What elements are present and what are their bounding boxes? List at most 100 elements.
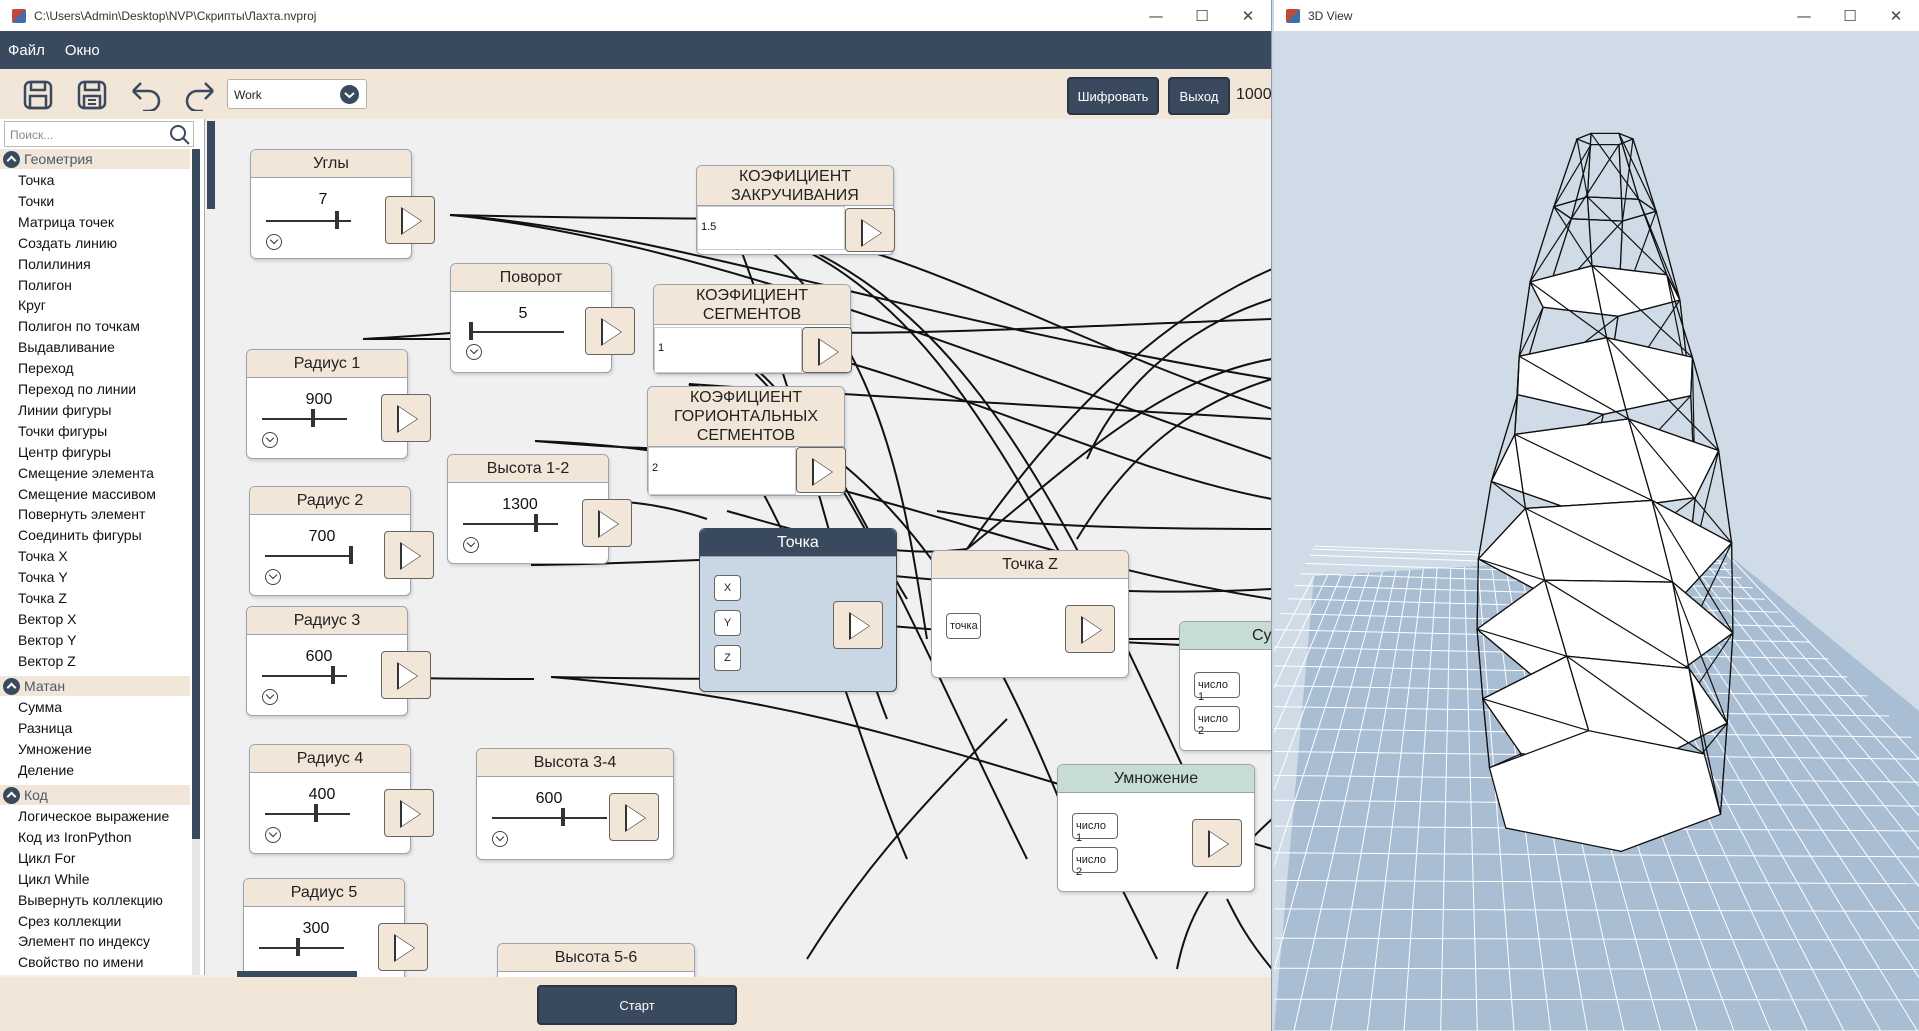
port-x[interactable]: X bbox=[714, 575, 741, 601]
sidebar-item[interactable]: Разница bbox=[18, 720, 72, 736]
sidebar-item[interactable]: Элемент по индексу bbox=[18, 933, 150, 949]
run-button[interactable] bbox=[845, 208, 895, 252]
value-field[interactable]: 1.5 bbox=[697, 206, 845, 250]
port-number-2[interactable]: число 2 bbox=[1194, 706, 1240, 737]
sidebar-item[interactable]: Цикл While bbox=[18, 871, 90, 887]
search-input[interactable]: Поиск... bbox=[4, 121, 194, 147]
port-point[interactable]: точка bbox=[946, 613, 981, 639]
sidebar-item[interactable]: Соединить фигуры bbox=[18, 527, 142, 543]
node-radius-4[interactable]: Радиус 4 400 bbox=[249, 744, 434, 854]
sidebar-item[interactable]: Смещение массивом bbox=[18, 486, 156, 502]
slider-thumb[interactable] bbox=[311, 409, 315, 427]
sidebar-item[interactable]: Точка Z bbox=[18, 590, 67, 606]
sidebar-item[interactable]: Центр фигуры bbox=[18, 444, 111, 460]
scrollbar-thumb[interactable] bbox=[192, 149, 200, 839]
port-number-2[interactable]: число 2 bbox=[1072, 847, 1118, 878]
value-field[interactable]: 1 bbox=[654, 327, 802, 373]
redo-icon[interactable] bbox=[180, 77, 220, 113]
sidebar-item[interactable]: Свойство по имени bbox=[18, 954, 143, 970]
sidebar-item[interactable]: Создать линию bbox=[18, 235, 117, 251]
sidebar-item[interactable]: Полигон по точкам bbox=[18, 318, 140, 334]
sidebar-item[interactable]: Смещение элемента bbox=[18, 465, 154, 481]
slider-thumb[interactable] bbox=[349, 546, 353, 564]
category-code[interactable]: Код bbox=[0, 785, 190, 805]
run-button[interactable] bbox=[609, 793, 659, 841]
node-radius-3[interactable]: Радиус 3 600 bbox=[246, 606, 431, 716]
sidebar-item[interactable]: Точки фигуры bbox=[18, 423, 107, 439]
slider-track[interactable] bbox=[469, 331, 564, 333]
sidebar-item[interactable]: Деление bbox=[18, 762, 74, 778]
maximize-button[interactable]: ☐ bbox=[1827, 0, 1873, 31]
slider-track[interactable] bbox=[259, 947, 344, 949]
sidebar-item[interactable]: Полилиния bbox=[18, 256, 91, 272]
node-multiply[interactable]: Умножение число 1 число 2 bbox=[1057, 764, 1255, 892]
sidebar-item[interactable]: Код из IronPython bbox=[18, 829, 132, 845]
run-button[interactable] bbox=[384, 789, 434, 837]
node-canvas[interactable]: Углы 7 Поворот 5 Радиус 1 900 Радиус 2 7… bbox=[207, 119, 1271, 977]
node-point-z[interactable]: Точка Z точка bbox=[931, 550, 1129, 678]
sidebar-item[interactable]: Точки bbox=[18, 193, 54, 209]
encrypt-button[interactable]: Шифровать bbox=[1067, 77, 1159, 115]
sidebar-item[interactable]: Полигон bbox=[18, 277, 72, 293]
slider-thumb[interactable] bbox=[534, 514, 538, 532]
node-sum[interactable]: Су число 1 число 2 bbox=[1179, 621, 1271, 751]
minimize-button[interactable]: — bbox=[1781, 0, 1827, 31]
sidebar-item[interactable]: Цикл For bbox=[18, 850, 76, 866]
run-button[interactable] bbox=[796, 447, 846, 493]
exit-button[interactable]: Выход bbox=[1168, 77, 1230, 115]
run-button[interactable] bbox=[381, 651, 431, 699]
value-field[interactable]: 2 bbox=[648, 447, 796, 495]
close-button[interactable]: ✕ bbox=[1225, 0, 1271, 31]
port-number-1[interactable]: число 1 bbox=[1072, 813, 1118, 844]
slider-thumb[interactable] bbox=[331, 666, 335, 684]
port-z[interactable]: Z bbox=[714, 645, 741, 671]
close-button[interactable]: ✕ bbox=[1873, 0, 1919, 31]
collapse-icon[interactable] bbox=[3, 677, 20, 695]
slider-thumb[interactable] bbox=[296, 938, 300, 956]
sidebar-item[interactable]: Круг bbox=[18, 297, 46, 313]
node-rotation[interactable]: Поворот 5 bbox=[450, 263, 635, 373]
menu-file[interactable]: Файл bbox=[8, 42, 45, 59]
sidebar-item[interactable]: Переход по линии bbox=[18, 381, 136, 397]
port-y[interactable]: Y bbox=[714, 610, 741, 636]
run-button[interactable] bbox=[1192, 819, 1242, 867]
sidebar-item[interactable]: Точка bbox=[18, 172, 54, 188]
slider-track[interactable] bbox=[492, 817, 607, 819]
sidebar-item[interactable]: Вектор Y bbox=[18, 632, 76, 648]
node-height-3-4[interactable]: Высота 3-4 600 bbox=[476, 748, 674, 860]
run-button[interactable] bbox=[833, 601, 883, 649]
slider-track[interactable] bbox=[463, 523, 558, 525]
node-segments-coefficient[interactable]: КОЭФИЦИЕНТ СЕГМЕНТОВ 1 bbox=[653, 284, 852, 374]
node-horizontal-segments-coefficient[interactable]: КОЭФИЦИЕНТ ГОРИОНТАЛЬНЫХ СЕГМЕНТОВ 2 bbox=[647, 386, 846, 496]
sidebar-item[interactable]: Логическое выражение bbox=[18, 808, 169, 824]
slider-thumb[interactable] bbox=[314, 804, 318, 822]
collapse-icon[interactable] bbox=[3, 786, 20, 804]
run-button[interactable] bbox=[802, 327, 852, 373]
sidebar-item[interactable]: Вектор X bbox=[18, 611, 76, 627]
node-radius-1[interactable]: Радиус 1 900 bbox=[246, 349, 431, 459]
expand-icon[interactable] bbox=[262, 689, 278, 705]
run-button[interactable] bbox=[582, 499, 632, 547]
sidebar-item[interactable]: Матрица точек bbox=[18, 214, 114, 230]
menu-window[interactable]: Окно bbox=[65, 42, 100, 59]
sidebar-item[interactable]: Вектор Z bbox=[18, 653, 76, 669]
3d-viewport[interactable] bbox=[1274, 31, 1919, 1031]
slider-thumb[interactable] bbox=[561, 808, 565, 826]
search-icon[interactable] bbox=[169, 124, 191, 149]
sidebar-scrollbar[interactable] bbox=[192, 149, 200, 975]
node-angles[interactable]: Углы 7 bbox=[250, 149, 435, 259]
expand-icon[interactable] bbox=[262, 432, 278, 448]
node-point[interactable]: Точка X Y Z bbox=[699, 528, 897, 692]
expand-icon[interactable] bbox=[492, 831, 508, 847]
slider-track[interactable] bbox=[265, 555, 350, 557]
slider-thumb[interactable] bbox=[335, 211, 339, 229]
slider-thumb[interactable] bbox=[469, 322, 473, 340]
save-as-icon[interactable] bbox=[72, 77, 112, 113]
run-button[interactable] bbox=[585, 307, 635, 355]
canvas-vertical-scrollbar[interactable] bbox=[207, 119, 215, 977]
slider-track[interactable] bbox=[262, 418, 347, 420]
node-radius-2[interactable]: Радиус 2 700 bbox=[249, 486, 434, 596]
collapse-icon[interactable] bbox=[3, 150, 20, 168]
save-icon[interactable] bbox=[18, 77, 58, 113]
sidebar-item[interactable]: Переход bbox=[18, 360, 74, 376]
